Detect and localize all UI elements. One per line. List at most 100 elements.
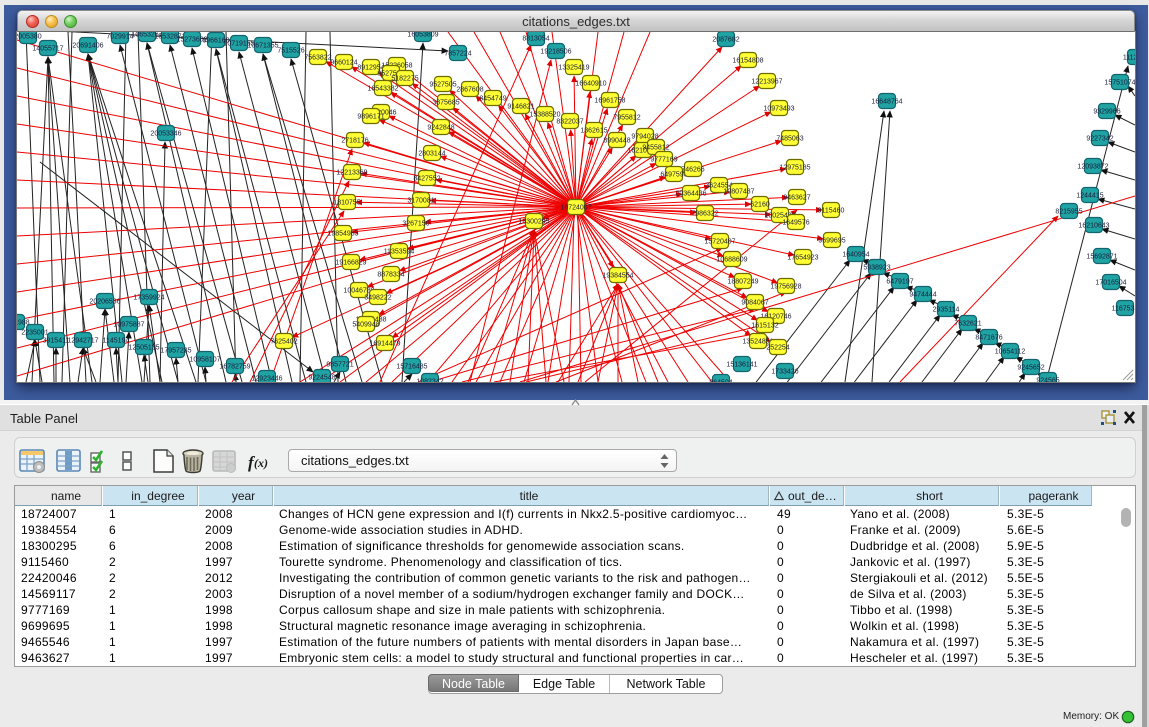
svg-text:16640910: 16640910 bbox=[575, 81, 606, 88]
svg-text:7857224: 7857224 bbox=[444, 51, 471, 58]
svg-text:12975185: 12975185 bbox=[779, 165, 810, 172]
svg-text:17654923: 17654923 bbox=[787, 255, 818, 262]
svg-text:9660124: 9660124 bbox=[330, 60, 357, 67]
svg-text:9463627: 9463627 bbox=[783, 195, 810, 202]
svg-text:9115460: 9115460 bbox=[818, 208, 845, 215]
svg-text:18807249: 18807249 bbox=[727, 279, 758, 286]
svg-text:7029914: 7029914 bbox=[106, 34, 133, 41]
svg-text:6479197: 6479197 bbox=[886, 279, 913, 286]
svg-text:10671355: 10671355 bbox=[247, 43, 278, 50]
svg-text:19854985: 19854985 bbox=[327, 231, 358, 238]
svg-text:20053346: 20053346 bbox=[150, 131, 181, 138]
svg-text:9245652: 9245652 bbox=[1017, 365, 1044, 372]
svg-text:9527505: 9527505 bbox=[429, 82, 456, 89]
svg-text:9474444: 9474444 bbox=[909, 292, 936, 299]
svg-text:8878334: 8878334 bbox=[377, 272, 404, 279]
svg-text:12093872: 12093872 bbox=[1077, 164, 1108, 171]
svg-text:15692871: 15692871 bbox=[1086, 254, 1117, 261]
svg-text:20206536: 20206536 bbox=[89, 299, 120, 306]
svg-text:17359924: 17359924 bbox=[133, 295, 164, 302]
svg-text:9084067: 9084067 bbox=[741, 300, 768, 307]
svg-text:62160: 62160 bbox=[750, 202, 770, 209]
svg-text:12505135: 12505135 bbox=[128, 345, 159, 352]
svg-text:1810755: 1810755 bbox=[333, 200, 360, 207]
svg-text:15136141: 15136141 bbox=[726, 362, 757, 369]
svg-text:12213369: 12213369 bbox=[336, 170, 367, 177]
svg-text:10958107: 10958107 bbox=[189, 357, 220, 364]
svg-text:7632621: 7632621 bbox=[954, 321, 981, 328]
svg-text:10807487: 10807487 bbox=[723, 189, 754, 196]
svg-text:2718176: 2718176 bbox=[341, 138, 368, 145]
svg-text:252254: 252254 bbox=[766, 345, 789, 352]
svg-text:1244415: 1244415 bbox=[1076, 193, 1103, 200]
svg-text:2803144: 2803144 bbox=[418, 151, 445, 158]
svg-text:9896171: 9896171 bbox=[357, 114, 384, 121]
svg-text:9455812: 9455812 bbox=[642, 145, 669, 152]
svg-text:964504: 964504 bbox=[709, 380, 732, 383]
svg-text:15720407: 15720407 bbox=[704, 239, 735, 246]
svg-text:1167533: 1167533 bbox=[1112, 306, 1135, 313]
svg-text:9224548: 9224548 bbox=[308, 375, 335, 382]
svg-text:20364436: 20364436 bbox=[675, 191, 706, 198]
svg-text:9146821: 9146821 bbox=[507, 104, 534, 111]
svg-text:16543382: 16543382 bbox=[367, 86, 398, 93]
svg-text:2005380: 2005380 bbox=[17, 34, 42, 41]
svg-text:7625402: 7625402 bbox=[270, 339, 297, 346]
svg-text:16914479: 16914479 bbox=[369, 341, 400, 348]
svg-text:15716485: 15716485 bbox=[396, 364, 427, 371]
svg-text:12213967: 12213967 bbox=[751, 79, 782, 86]
svg-text:9242848: 9242848 bbox=[427, 125, 454, 132]
svg-text:3875685: 3875685 bbox=[432, 100, 459, 107]
svg-text:1362615: 1362615 bbox=[580, 128, 607, 135]
svg-text:1145194: 1145194 bbox=[103, 338, 130, 345]
svg-text:10975887: 10975887 bbox=[113, 322, 144, 329]
svg-text:19384554: 19384554 bbox=[602, 273, 633, 280]
svg-text:16961758: 16961758 bbox=[594, 98, 625, 105]
svg-text:8215955: 8215955 bbox=[1055, 209, 1082, 216]
svg-text:10654112: 10654112 bbox=[995, 349, 1026, 356]
svg-text:12942717: 12942717 bbox=[67, 338, 98, 345]
svg-text:9329966: 9329966 bbox=[1093, 109, 1120, 116]
svg-text:15751074: 15751074 bbox=[1104, 80, 1135, 87]
svg-text:10688609: 10688609 bbox=[716, 257, 747, 264]
svg-text:7563822: 7563822 bbox=[304, 55, 331, 62]
svg-text:8990448: 8990448 bbox=[603, 138, 630, 145]
svg-text:9699695: 9699695 bbox=[818, 238, 845, 245]
svg-text:2867608: 2867608 bbox=[456, 87, 483, 94]
svg-text:3170081: 3170081 bbox=[407, 198, 434, 205]
svg-text:17016504: 17016504 bbox=[1095, 280, 1126, 287]
svg-text:19218506: 19218506 bbox=[540, 49, 571, 56]
svg-text:3498222: 3498222 bbox=[364, 295, 391, 302]
svg-text:1733426: 1733426 bbox=[771, 369, 798, 376]
svg-text:3267150: 3267150 bbox=[402, 221, 429, 228]
svg-text:10973493: 10973493 bbox=[763, 106, 794, 113]
svg-text:12923446: 12923446 bbox=[251, 376, 282, 383]
svg-text:2087682: 2087682 bbox=[712, 37, 739, 44]
svg-text:5938923: 5938923 bbox=[863, 265, 890, 272]
svg-text:2235001: 2235001 bbox=[21, 330, 48, 337]
svg-text:16648764: 16648764 bbox=[871, 99, 902, 106]
svg-text:16154808: 16154808 bbox=[732, 58, 763, 65]
svg-text:8471676: 8471676 bbox=[975, 335, 1002, 342]
svg-text:(x): (x) bbox=[254, 456, 268, 470]
svg-text:17957235: 17957235 bbox=[160, 348, 191, 355]
svg-text:746266: 746266 bbox=[681, 167, 704, 174]
svg-text:2935114: 2935114 bbox=[933, 307, 960, 314]
svg-text:8813054: 8813054 bbox=[522, 36, 549, 43]
svg-text:18300295: 18300295 bbox=[518, 219, 549, 226]
svg-text:924565: 924565 bbox=[1036, 378, 1059, 383]
svg-text:8454749: 8454749 bbox=[479, 96, 506, 103]
svg-text:20691406: 20691406 bbox=[72, 43, 103, 50]
svg-text:8427552: 8427552 bbox=[413, 176, 440, 183]
svg-text:18724007: 18724007 bbox=[560, 205, 591, 212]
svg-text:5182275: 5182275 bbox=[391, 76, 418, 83]
svg-text:9777169: 9777169 bbox=[650, 157, 677, 164]
svg-text:1112890: 1112890 bbox=[1123, 55, 1135, 62]
svg-text:1615132: 1615132 bbox=[751, 323, 778, 330]
svg-text:8322037: 8322037 bbox=[556, 119, 583, 126]
svg-text:1649576: 1649576 bbox=[782, 220, 809, 227]
svg-text:9857721: 9857721 bbox=[326, 362, 353, 369]
svg-text:19166829: 19166829 bbox=[335, 260, 366, 267]
svg-text:7485063: 7485063 bbox=[776, 136, 803, 143]
svg-text:15388520: 15388520 bbox=[529, 112, 560, 119]
